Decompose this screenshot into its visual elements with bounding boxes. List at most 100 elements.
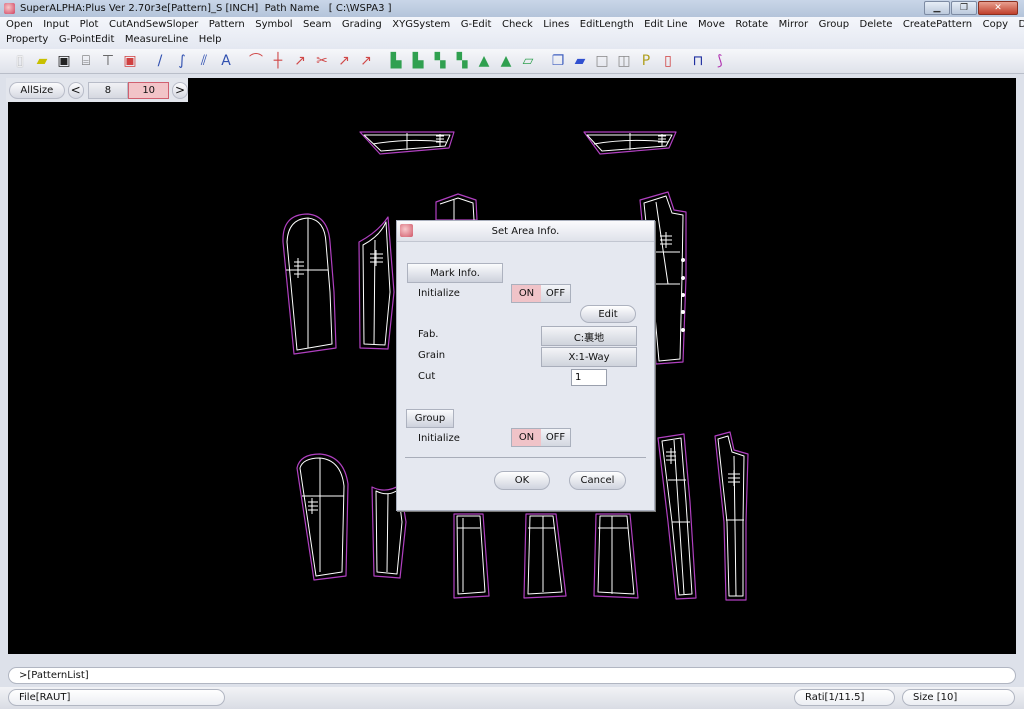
group-button[interactable]: Group — [406, 409, 454, 428]
cross-icon[interactable]: ┼ — [268, 51, 288, 71]
command-input[interactable]: >[PatternList] — [8, 667, 1016, 684]
prev-size-button[interactable]: < — [67, 81, 84, 99]
text-icon[interactable]: A — [216, 51, 236, 71]
menu-open[interactable]: Open — [6, 19, 33, 30]
menu-editlength[interactable]: EditLength — [580, 19, 634, 30]
line-icon[interactable]: / — [150, 51, 170, 71]
menu-g-edit[interactable]: G-Edit — [461, 19, 492, 30]
cut-input[interactable] — [571, 369, 607, 386]
digitizer-icon[interactable]: ⊤ — [98, 51, 118, 71]
group-initialize-off[interactable]: OFF — [541, 429, 570, 446]
pac-icon[interactable]: P — [636, 51, 656, 71]
pattern-piece-sleeve-under[interactable] — [358, 216, 395, 350]
eraser-icon[interactable]: ▱ — [518, 51, 538, 71]
menu-cutandsewsloper[interactable]: CutAndSewSloper — [109, 19, 198, 30]
pattern-piece-back-top[interactable] — [435, 193, 478, 221]
fab-label: Fab. — [418, 329, 439, 340]
pleat-alt-icon[interactable]: ▚ — [452, 51, 472, 71]
size-option-10-selected[interactable]: 10 — [128, 81, 170, 99]
menu-display[interactable]: Display — [1019, 19, 1024, 30]
minimize-button[interactable]: ▁ — [924, 1, 950, 15]
open-folder-icon[interactable]: ▰ — [32, 51, 52, 71]
piece-icon[interactable]: ▯ — [658, 51, 678, 71]
status-file: File[RAUT] — [8, 689, 225, 706]
pattern-piece-panel-3[interactable] — [593, 513, 639, 599]
layer-icon[interactable]: ❐ — [548, 51, 568, 71]
frame-icon[interactable]: □ — [592, 51, 612, 71]
arc-icon[interactable]: ⌒ — [246, 51, 266, 71]
save-icon[interactable]: ▣ — [54, 51, 74, 71]
new-file-icon[interactable]: ▯ — [10, 51, 30, 71]
menu-symbol[interactable]: Symbol — [255, 19, 292, 30]
group-initialize-on[interactable]: ON — [512, 429, 541, 446]
close-button[interactable]: ✕ — [978, 1, 1018, 15]
pattern-piece-collar-right[interactable] — [583, 131, 677, 155]
plotter-icon[interactable]: ⌸ — [76, 51, 96, 71]
status-size: Size [10] — [902, 689, 1015, 706]
menu-createpattern[interactable]: CreatePattern — [903, 19, 972, 30]
grain-label: Grain — [418, 350, 446, 361]
menu-input[interactable]: Input — [43, 19, 69, 30]
dialog-title: Set Area Info. — [491, 225, 560, 237]
pattern-piece-sleeve-upper-2[interactable] — [296, 453, 349, 581]
cancel-button[interactable]: Cancel — [569, 471, 626, 490]
menu-copy[interactable]: Copy — [983, 19, 1008, 30]
pattern-piece-collar-left[interactable] — [359, 131, 455, 155]
corner-icon[interactable]: ↗ — [290, 51, 310, 71]
menu-check[interactable]: Check — [502, 19, 533, 30]
menu-mirror[interactable]: Mirror — [779, 19, 808, 30]
menu-grading[interactable]: Grading — [342, 19, 382, 30]
title-bar: SuperALPHA:Plus Ver 2.70r3e[Pattern]_S [… — [0, 0, 1024, 17]
multi-line-icon[interactable]: ⟆ — [710, 51, 730, 71]
grain-select-button[interactable]: X:1-Way — [541, 347, 637, 367]
pattern-piece-sleeve-upper[interactable] — [282, 213, 337, 355]
restore-button[interactable]: ❐ — [951, 1, 977, 15]
menu-lines[interactable]: Lines — [543, 19, 569, 30]
dialog-title-bar[interactable]: Set Area Info. — [397, 221, 654, 242]
menu-g-pointedit[interactable]: G-PointEdit — [59, 34, 115, 45]
tuck-alt-icon[interactable]: ▲ — [496, 51, 516, 71]
extend-alt-icon[interactable]: ↗ — [356, 51, 376, 71]
menu-delete[interactable]: Delete — [860, 19, 893, 30]
ok-button[interactable]: OK — [494, 471, 550, 490]
pattern-piece-panel-1[interactable] — [453, 513, 490, 599]
split-frame-icon[interactable]: ◫ — [614, 51, 634, 71]
menu-property[interactable]: Property — [6, 34, 48, 45]
menu-move[interactable]: Move — [698, 19, 725, 30]
group-initialize-label: Initialize — [418, 433, 460, 444]
parallel-line-icon[interactable]: ⫽ — [194, 51, 214, 71]
mark-initialize-on[interactable]: ON — [512, 285, 541, 302]
set-area-info-dialog: Set Area Info. Mark Info. Initialize ON … — [396, 220, 655, 511]
dart-icon[interactable]: ▙ — [386, 51, 406, 71]
fabric-select-button[interactable]: C:裏地 — [541, 326, 637, 346]
scissors-icon[interactable]: ✂ — [312, 51, 332, 71]
edit-button[interactable]: Edit — [580, 305, 636, 323]
size-option-8[interactable]: 8 — [87, 81, 129, 99]
pattern-piece-side-front[interactable] — [657, 433, 697, 600]
next-size-button[interactable]: > — [172, 81, 188, 99]
dart-alt-icon[interactable]: ▙ — [408, 51, 428, 71]
extend-icon[interactable]: ↗ — [334, 51, 354, 71]
pattern-page-icon[interactable]: ▣ — [120, 51, 140, 71]
menu-help[interactable]: Help — [199, 34, 222, 45]
pattern-piece-panel-2[interactable] — [523, 513, 567, 599]
menu-xygsystem[interactable]: XYGSystem — [392, 19, 450, 30]
menu-plot[interactable]: Plot — [80, 19, 99, 30]
menu-measureline[interactable]: MeasureLine — [125, 34, 188, 45]
menu-rotate[interactable]: Rotate — [735, 19, 768, 30]
canvas-top-strip — [188, 78, 1016, 102]
menu-pattern[interactable]: Pattern — [209, 19, 245, 30]
menu-edit-line[interactable]: Edit Line — [644, 19, 687, 30]
allsize-button[interactable]: AllSize — [9, 81, 65, 99]
mark-info-button[interactable]: Mark Info. — [407, 263, 503, 283]
tuck-icon[interactable]: ▲ — [474, 51, 494, 71]
pattern-piece-front-facing[interactable] — [714, 431, 749, 601]
pleat-icon[interactable]: ▚ — [430, 51, 450, 71]
layers-icon[interactable]: ▰ — [570, 51, 590, 71]
curve-icon[interactable]: ∫ — [172, 51, 192, 71]
size-selector-bar: AllSize < 8 10 > — [6, 78, 188, 102]
mark-initialize-off[interactable]: OFF — [541, 285, 570, 302]
menu-seam[interactable]: Seam — [303, 19, 331, 30]
seam-line-icon[interactable]: ⊓ — [688, 51, 708, 71]
menu-group[interactable]: Group — [819, 19, 849, 30]
